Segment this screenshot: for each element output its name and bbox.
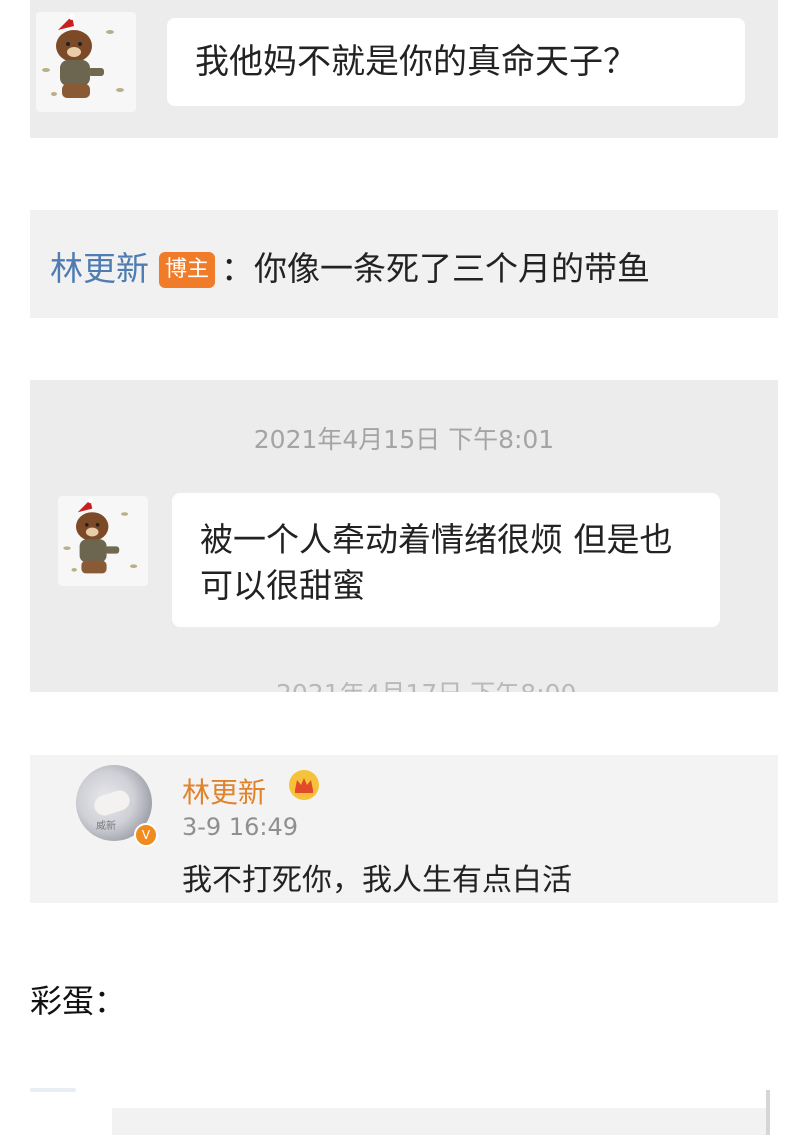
chat-bubble: 我他妈不就是你的真命天子？ (167, 18, 745, 106)
comment-panel-2: 威新 V 林更新 3-9 16:49 我不打死你，我人生有点白活 (30, 755, 778, 903)
commenter-name[interactable]: 林更新 (182, 771, 266, 811)
chat-panel-1: 我他妈不就是你的真命天子？ (30, 0, 778, 138)
easter-egg-label: 彩蛋： (30, 982, 127, 1020)
crown-icon (289, 770, 319, 800)
host-badge: 博主 (159, 252, 216, 288)
comment-panel-1: 林更新 博主 ：你像一条死了三个月的带鱼 (30, 210, 778, 318)
comment-text: 我不打死你，我人生有点白活 (182, 863, 572, 898)
avatar-watermark: 威新 (96, 821, 116, 832)
bear-sticker-icon (42, 14, 124, 98)
bear-avatar[interactable] (36, 12, 136, 112)
bear-sticker-icon (63, 497, 138, 574)
verified-icon: V (134, 823, 158, 847)
bubble-line-2: 可以很甜蜜 (200, 566, 365, 605)
cut-off-panel (112, 1108, 770, 1135)
comment-text: 你像一条死了三个月的带鱼 (254, 249, 651, 288)
chat-timestamp: 2021年4月15日 下午8:01 (253, 425, 555, 454)
panel-edge (766, 1090, 770, 1135)
bubble-line-1: 被一个人牵动着情绪很烦 但是也 (200, 520, 673, 559)
comment-time: 3-9 16:49 (182, 813, 298, 841)
comment-line: 林更新 博主 ：你像一条死了三个月的带鱼 (50, 242, 650, 290)
avatar-hand-graphic (91, 787, 133, 819)
cut-off-element (30, 1088, 76, 1092)
screenshot-collage: 我他妈不就是你的真命天子？ 林更新 博主 ：你像一条死了三个月的带鱼 2021年4月… (0, 0, 807, 1135)
chat-bubble: 被一个人牵动着情绪很烦 但是也 可以很甜蜜 (172, 493, 720, 627)
chat-panel-2: 2021年4月15日 下午8:01 被一个人牵动着情绪很烦 但是也 可以很甜蜜 (30, 380, 778, 692)
bear-avatar[interactable] (58, 496, 148, 586)
commenter-name[interactable]: 林更新 (50, 249, 149, 288)
cut-off-timestamp: 2021年4月17日 下午8:00 (30, 682, 778, 692)
comment-separator: ： (221, 249, 255, 288)
